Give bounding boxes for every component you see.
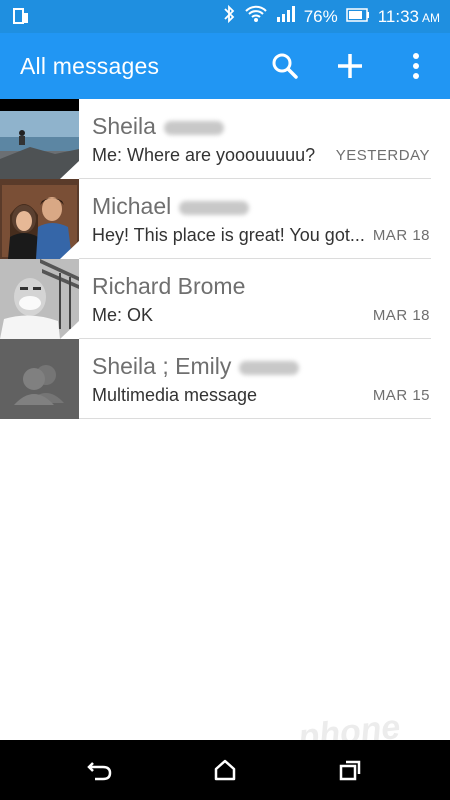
- add-icon: [338, 54, 362, 78]
- conversation-row[interactable]: Richard Brome Me: OK MAR 18: [0, 259, 450, 339]
- home-icon: [214, 759, 236, 781]
- divider: [79, 418, 431, 419]
- contact-name: Michael: [92, 193, 250, 220]
- contact-name: Sheila: [92, 113, 224, 140]
- contact-name: Sheila ; Emily: [92, 353, 300, 380]
- conversation-row[interactable]: Michael Hey! This place is great! You go…: [0, 179, 450, 259]
- search-icon: [272, 53, 298, 79]
- avatar: [0, 99, 79, 179]
- overflow-menu-button[interactable]: [396, 46, 436, 86]
- avatar: [0, 179, 79, 259]
- home-button[interactable]: [210, 755, 240, 785]
- screen-icon: [12, 7, 30, 30]
- message-date: YESTERDAY: [335, 147, 430, 164]
- battery-icon: [345, 7, 370, 27]
- back-icon: [87, 762, 112, 781]
- contact-name: Richard Brome: [92, 273, 246, 299]
- message-snippet: Multimedia message: [92, 385, 258, 405]
- clock-time: 11:33: [377, 6, 419, 26]
- message-snippet: Me: OK: [92, 305, 154, 325]
- app-bar: All messages: [0, 33, 450, 99]
- message-snippet: Hey! This place is great! You got...: [92, 225, 365, 245]
- conversation-list: Sheila Me: Where are yooouuuuu? YESTERDA…: [0, 99, 450, 419]
- search-button[interactable]: [265, 46, 305, 86]
- clock: 11:33 AM: [378, 7, 440, 27]
- back-button[interactable]: [85, 755, 115, 785]
- wifi-icon: [244, 5, 268, 28]
- bluetooth-icon: [222, 4, 236, 29]
- avatar: [0, 259, 79, 339]
- message-snippet: Me: Where are yooouuuuu?: [92, 145, 316, 165]
- message-date: MAR 18: [372, 227, 430, 244]
- conversation-row[interactable]: Sheila Me: Where are yooouuuuu? YESTERDA…: [0, 99, 450, 179]
- status-bar: 76% 11:33 AM: [0, 0, 450, 33]
- recents-button[interactable]: [335, 755, 365, 785]
- new-message-button[interactable]: [330, 46, 370, 86]
- clock-ampm: AM: [422, 10, 440, 25]
- conversation-row[interactable]: Sheila ; Emily Multimedia message MAR 15: [0, 339, 450, 419]
- page-title: All messages: [20, 53, 160, 79]
- group-contact-icon: [0, 339, 79, 419]
- avatar: [0, 339, 79, 419]
- message-date: MAR 15: [372, 387, 430, 404]
- signal-icon: [276, 6, 296, 27]
- recents-icon: [339, 760, 361, 781]
- message-date: MAR 18: [372, 307, 430, 324]
- navigation-bar: [0, 740, 450, 800]
- battery-percent: 76%: [303, 6, 338, 26]
- more-vert-icon: [413, 53, 419, 79]
